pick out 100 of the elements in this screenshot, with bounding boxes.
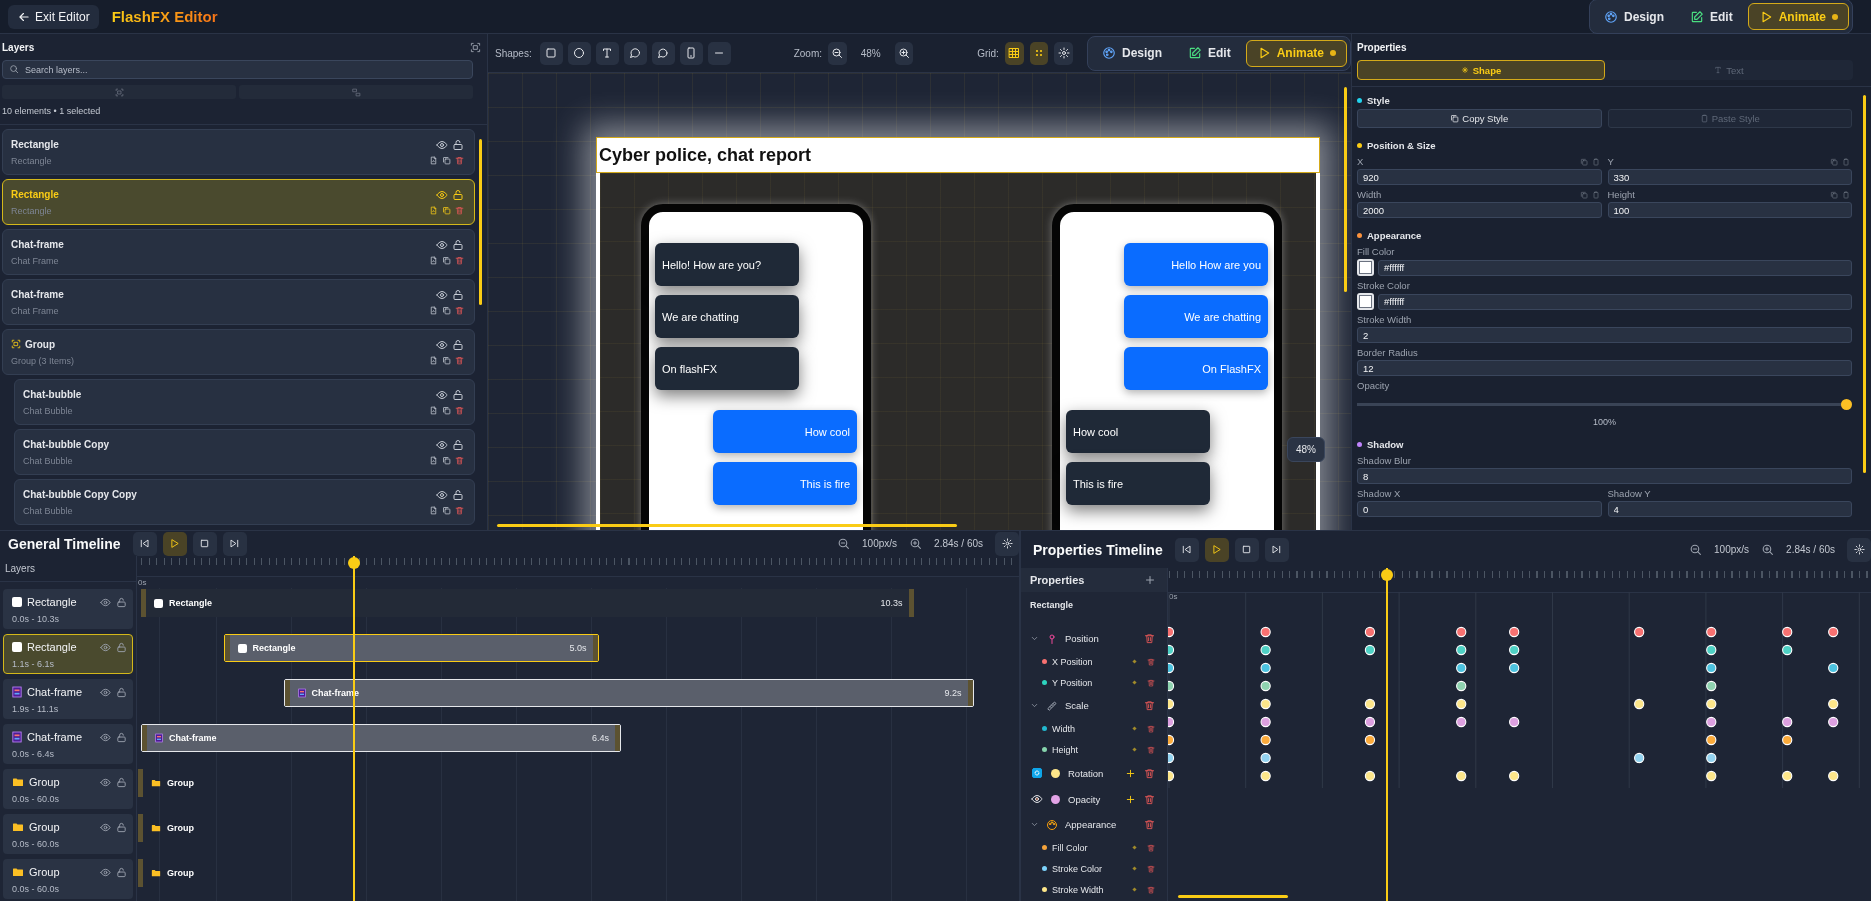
- play-button[interactable]: [1204, 537, 1229, 562]
- eye-icon[interactable]: [100, 596, 111, 608]
- stop-button[interactable]: [192, 531, 217, 556]
- file-icon[interactable]: [429, 156, 438, 165]
- trash-icon[interactable]: [455, 156, 464, 165]
- trash-icon[interactable]: [455, 356, 464, 365]
- copy-icon[interactable]: [442, 356, 451, 365]
- track-item[interactable]: Group 0.0s - 60.0s: [3, 859, 133, 899]
- track-item[interactable]: Rectangle 1.1s - 6.1s: [3, 634, 133, 674]
- skip-forward-button[interactable]: [1264, 537, 1289, 562]
- settings-button[interactable]: [1054, 41, 1073, 65]
- clip-bar[interactable]: Rectangle 10.3s: [141, 589, 914, 617]
- keyframe-icon[interactable]: [1132, 845, 1137, 850]
- clip-bar[interactable]: Group: [138, 769, 194, 797]
- file-icon[interactable]: [429, 356, 438, 365]
- trash-icon[interactable]: [1147, 864, 1155, 873]
- rectangle-tool-button[interactable]: [539, 41, 563, 65]
- eye-icon[interactable]: [436, 139, 448, 151]
- color-field[interactable]: #ffffff: [1378, 293, 1852, 310]
- slider-thumb[interactable]: [1841, 399, 1852, 410]
- eye-icon[interactable]: [436, 189, 448, 201]
- clip-bar[interactable]: Rectangle 5.0s: [223, 634, 599, 662]
- keyframe-icon[interactable]: [1132, 866, 1137, 871]
- file-icon[interactable]: [429, 206, 438, 215]
- circle-tool-button[interactable]: [567, 41, 591, 65]
- chevron-down-icon[interactable]: [1030, 634, 1039, 643]
- trash-icon[interactable]: [455, 506, 464, 515]
- number-field[interactable]: 920: [1357, 169, 1602, 185]
- copy-icon[interactable]: [442, 506, 451, 515]
- keyframe-icon[interactable]: [1132, 747, 1137, 752]
- trash-icon[interactable]: [1144, 793, 1155, 805]
- trash-icon[interactable]: [455, 256, 464, 265]
- track-item[interactable]: Chat-frame 0.0s - 6.4s: [3, 724, 133, 764]
- skip-back-button[interactable]: [132, 531, 157, 556]
- mode-tab[interactable]: Edit: [1177, 39, 1242, 67]
- bubble-tool-button[interactable]: [651, 41, 675, 65]
- file-icon[interactable]: [429, 456, 438, 465]
- color-swatch[interactable]: [1357, 293, 1374, 310]
- field-tools[interactable]: [1830, 190, 1852, 199]
- number-field[interactable]: 2000: [1357, 202, 1602, 218]
- keyframe-icon[interactable]: [1132, 659, 1137, 664]
- clipboard-icon[interactable]: [1842, 190, 1850, 199]
- zoom-out-icon[interactable]: [837, 537, 851, 550]
- layer-item[interactable]: Chat-bubble Copy Copy Chat Bubble: [14, 479, 475, 525]
- lock-icon[interactable]: [452, 389, 464, 401]
- number-field[interactable]: 100: [1607, 202, 1852, 218]
- file-icon[interactable]: [429, 306, 438, 315]
- stop-button[interactable]: [1234, 537, 1259, 562]
- number-field[interactable]: 12: [1357, 360, 1852, 376]
- trash-icon[interactable]: [455, 456, 464, 465]
- play-button[interactable]: [162, 531, 187, 556]
- clip-handle[interactable]: [138, 769, 143, 797]
- trash-icon[interactable]: [455, 406, 464, 415]
- eye-icon[interactable]: [436, 339, 448, 351]
- eye-icon[interactable]: [100, 821, 111, 833]
- mode-tab[interactable]: Design: [1592, 3, 1675, 30]
- number-field[interactable]: 2: [1357, 327, 1852, 343]
- file-icon[interactable]: [429, 406, 438, 415]
- layer-item[interactable]: Group Group (3 Items): [2, 329, 475, 375]
- lock-icon[interactable]: [116, 866, 127, 878]
- eye-icon[interactable]: [436, 439, 448, 451]
- snap-toggle-button[interactable]: [1029, 41, 1049, 65]
- trash-icon[interactable]: [455, 306, 464, 315]
- clip-handle[interactable]: [142, 725, 147, 751]
- number-field[interactable]: 4: [1607, 501, 1852, 517]
- eye-icon[interactable]: [436, 389, 448, 401]
- clip-handle[interactable]: [967, 680, 973, 706]
- add-keyframe-icon[interactable]: [1125, 793, 1136, 805]
- track-item[interactable]: Chat-frame 1.9s - 11.1s: [3, 679, 133, 719]
- bubble-tool-button[interactable]: [623, 41, 647, 65]
- zoom-out-button[interactable]: [828, 41, 847, 65]
- copy-icon[interactable]: [442, 306, 451, 315]
- zoom-in-button[interactable]: [894, 41, 914, 65]
- eye-icon[interactable]: [100, 686, 111, 698]
- eye-icon[interactable]: [436, 489, 448, 501]
- lock-icon[interactable]: [452, 239, 464, 251]
- text-tool-button[interactable]: [595, 41, 619, 65]
- chevron-down-icon[interactable]: [1030, 701, 1039, 710]
- copy-icon[interactable]: [442, 456, 451, 465]
- clip-handle[interactable]: [615, 725, 620, 751]
- canvas[interactable]: Cyber police, chat report Hello! How are you? We are chatting On flashFX How cool This is fire Hello How are you We are chatting On FlashFX How cool This is fire 48%: [488, 73, 1351, 530]
- layer-item[interactable]: Chat-bubble Copy Chat Bubble: [14, 429, 475, 475]
- clip-bar[interactable]: Chat-frame 6.4s: [141, 724, 621, 752]
- keyframe-icon[interactable]: [1132, 726, 1137, 731]
- mode-tab[interactable]: Animate: [1747, 3, 1849, 30]
- eye-icon[interactable]: [100, 776, 111, 788]
- exit-editor-button[interactable]: Exit Editor: [8, 4, 99, 29]
- copy-icon[interactable]: [442, 156, 451, 165]
- eye-icon[interactable]: [436, 289, 448, 301]
- lock-icon[interactable]: [116, 596, 127, 608]
- zoom-in-icon[interactable]: [1761, 543, 1775, 556]
- settings-button[interactable]: [995, 531, 1019, 556]
- trash-icon[interactable]: [1147, 678, 1155, 687]
- number-field[interactable]: 0: [1357, 501, 1602, 517]
- search-field[interactable]: Search layers...: [2, 60, 473, 79]
- keyframe-icon[interactable]: [1132, 887, 1137, 892]
- clip-handle[interactable]: [284, 680, 290, 706]
- eye-icon[interactable]: [100, 866, 111, 878]
- track-item[interactable]: Group 0.0s - 60.0s: [3, 814, 133, 854]
- trash-icon[interactable]: [1147, 657, 1155, 666]
